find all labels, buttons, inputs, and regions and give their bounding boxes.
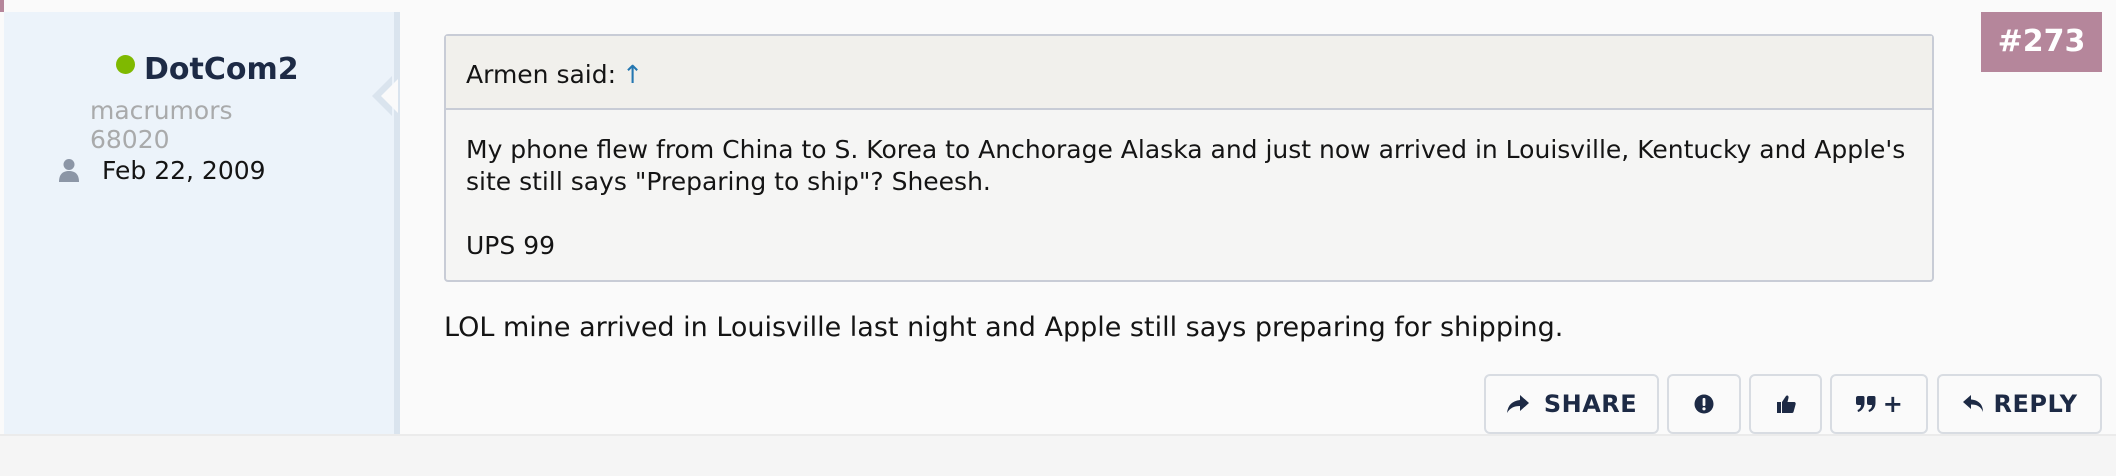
report-button[interactable]	[1667, 374, 1741, 434]
exclamation-icon	[1694, 394, 1714, 414]
quote-icon	[1855, 396, 1876, 412]
reply-label: REPLY	[1993, 390, 2078, 418]
share-icon	[1506, 395, 1529, 413]
quote-block: Armen said: ↑ My phone flew from China to…	[444, 34, 1934, 282]
user-icon	[59, 159, 79, 182]
quote-paragraph: My phone flew from China to S. Korea to …	[466, 135, 1906, 196]
multi-quote-plus: +	[1882, 390, 1904, 418]
online-status-icon	[116, 55, 135, 74]
share-button[interactable]: SHARE	[1484, 374, 1659, 434]
like-button[interactable]	[1749, 374, 1822, 434]
jump-to-quote-icon[interactable]: ↑	[622, 60, 643, 89]
multi-quote-button[interactable]: +	[1830, 374, 1928, 434]
thumbs-up-icon	[1776, 395, 1796, 413]
quote-header: Armen said: ↑	[446, 36, 1932, 110]
reply-icon	[1962, 395, 1983, 412]
join-date: Feb 22, 2009	[102, 156, 266, 185]
quote-content: My phone flew from China to S. Korea to …	[446, 110, 1932, 262]
quote-paragraph: UPS 99	[466, 231, 556, 260]
post-body: LOL mine arrived in Louisville last nigh…	[444, 312, 1564, 343]
share-label: SHARE	[1543, 390, 1638, 418]
reply-button[interactable]: REPLY	[1937, 374, 2102, 434]
quote-author: Armen said:	[466, 60, 617, 89]
post-number-link[interactable]: #273	[1981, 12, 2102, 72]
username-link[interactable]: DotCom2	[144, 52, 299, 87]
user-title: macrumors 68020	[90, 96, 233, 154]
post-separator	[0, 434, 2116, 476]
